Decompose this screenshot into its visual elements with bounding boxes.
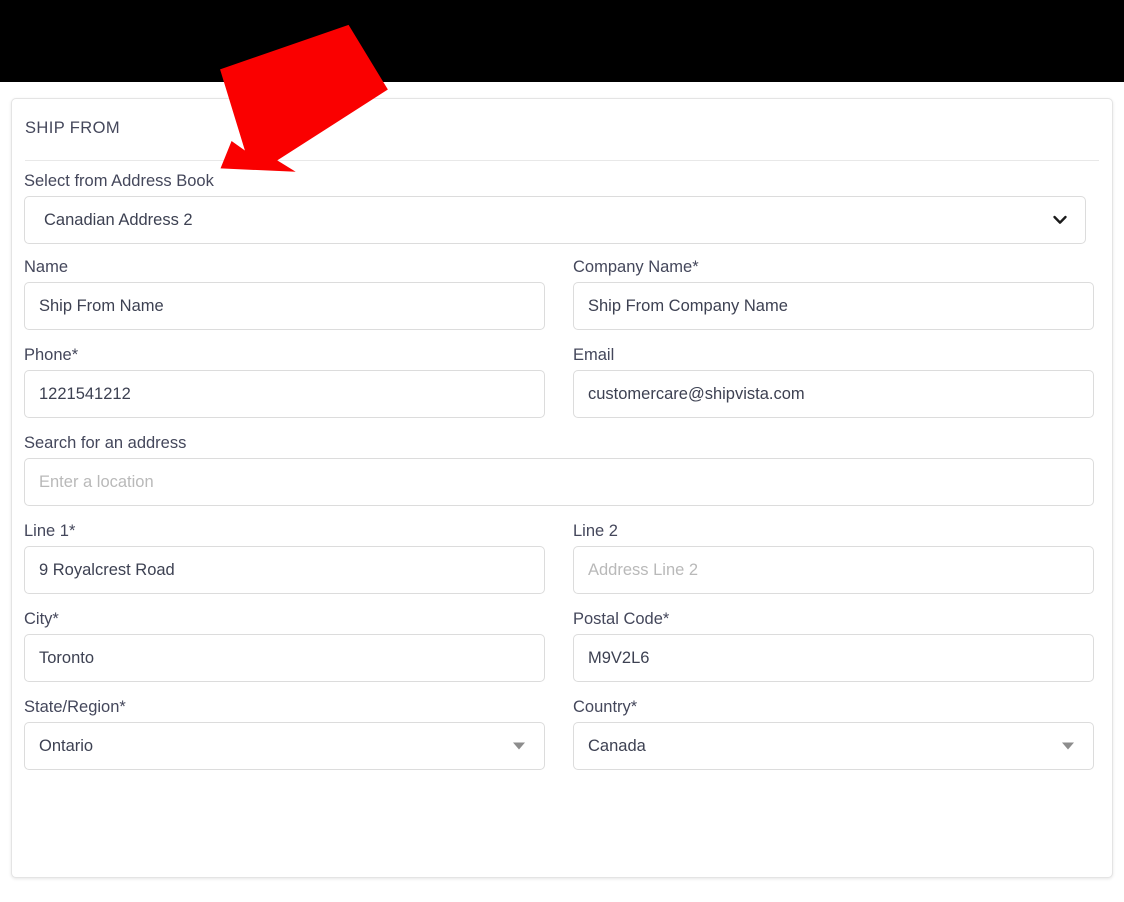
page-title: SHIP FROM	[25, 119, 120, 137]
address-line2-field: Line 2 Address Line 2	[573, 521, 1094, 594]
country-field: Country* Canada	[573, 697, 1094, 770]
address-book-select-wrap[interactable]: Canadian Address 2	[24, 196, 1086, 244]
top-black-bar	[0, 0, 1124, 82]
city-label: City*	[24, 610, 59, 628]
state-region-select-wrap[interactable]: Ontario	[24, 722, 545, 770]
email-label: Email	[573, 346, 615, 364]
state-region-label: State/Region*	[24, 698, 126, 716]
postal-code-input[interactable]: M9V2L6	[573, 634, 1094, 682]
email-input[interactable]: customercare@shipvista.com	[573, 370, 1094, 418]
phone-input[interactable]: 1221541212	[24, 370, 545, 418]
name-label: Name	[24, 258, 69, 276]
country-select-wrap[interactable]: Canada	[573, 722, 1094, 770]
title-divider	[25, 160, 1099, 161]
country-label: Country*	[573, 698, 638, 716]
address-line1-input[interactable]: 9 Royalcrest Road	[24, 546, 545, 594]
address-book-label: Select from Address Book	[24, 172, 214, 190]
state-region-field: State/Region* Ontario	[24, 697, 545, 770]
postal-code-field: Postal Code* M9V2L6	[573, 609, 1094, 682]
postal-code-label: Postal Code*	[573, 610, 670, 628]
search-address-field: Search for an address Enter a location	[24, 433, 1094, 506]
email-field: Email customercare@shipvista.com	[573, 345, 1094, 418]
country-select[interactable]: Canada	[573, 722, 1094, 770]
city-field: City* Toronto	[24, 609, 545, 682]
name-field: Name Ship From Name	[24, 257, 545, 330]
address-line2-label: Line 2	[573, 522, 618, 540]
search-address-label: Search for an address	[24, 434, 187, 452]
ship-from-card: SHIP FROM Select from Address Book Canad…	[11, 98, 1113, 878]
address-line2-input[interactable]: Address Line 2	[573, 546, 1094, 594]
address-book-field: Select from Address Book Canadian Addres…	[24, 171, 1086, 244]
address-line1-field: Line 1* 9 Royalcrest Road	[24, 521, 545, 594]
address-line1-label: Line 1*	[24, 522, 76, 540]
city-input[interactable]: Toronto	[24, 634, 545, 682]
address-book-select[interactable]: Canadian Address 2	[24, 196, 1086, 244]
state-region-select[interactable]: Ontario	[24, 722, 545, 770]
search-address-input[interactable]: Enter a location	[24, 458, 1094, 506]
phone-field: Phone* 1221541212	[24, 345, 545, 418]
company-name-input[interactable]: Ship From Company Name	[573, 282, 1094, 330]
company-name-field: Company Name* Ship From Company Name	[573, 257, 1094, 330]
company-name-label: Company Name*	[573, 258, 699, 276]
name-input[interactable]: Ship From Name	[24, 282, 545, 330]
phone-label: Phone*	[24, 346, 79, 364]
